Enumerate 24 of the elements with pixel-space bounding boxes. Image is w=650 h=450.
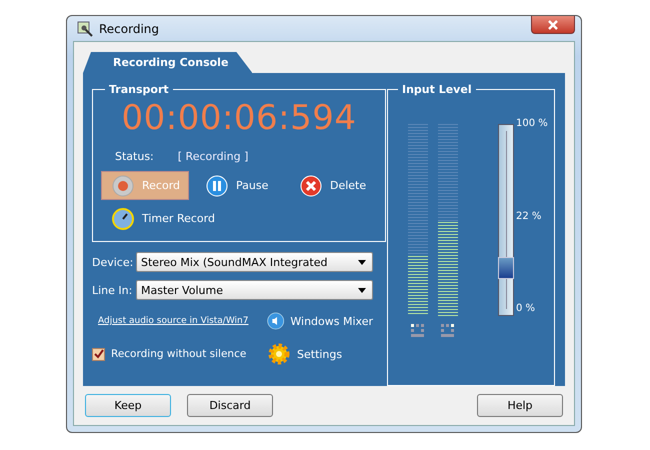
tab[interactable]: Recording Console [83, 52, 252, 73]
status-value: [ Recording ] [178, 150, 248, 163]
timer-button[interactable]: Timer Record [101, 204, 283, 233]
scale-label: 22 % [516, 210, 542, 222]
line-in-dropdown[interactable]: Master Volume [136, 280, 373, 300]
group-title: Input Level [401, 83, 473, 96]
window-title: Recording [99, 22, 160, 36]
dialog-button[interactable]: Help [477, 394, 563, 417]
audio-source-link[interactable]: Adjust audio source in Vista/Win7 [98, 316, 248, 326]
status-label: Status: [115, 150, 154, 163]
device-label: Device: [92, 256, 134, 268]
dialog-button[interactable]: Discard [187, 394, 273, 417]
settings-button[interactable]: Settings [267, 342, 373, 366]
scale-label: 0 % [516, 303, 536, 314]
device-dropdown[interactable]: Stereo Mix (SoundMAX Integrated [136, 252, 373, 272]
delete-button[interactable]: Delete [289, 171, 377, 200]
windows-mixer-button[interactable]: Windows Mixer [267, 308, 373, 334]
dialog-button[interactable]: Keep [85, 394, 171, 417]
timer-display: 00:00:06:594 [120, 98, 358, 138]
line-in-label: Line In: [92, 284, 134, 296]
silence-checkbox[interactable]: Recording without silence [92, 348, 246, 360]
pause-button[interactable]: Pause [195, 171, 283, 200]
scale-label: 100 % [516, 118, 548, 129]
group-title: Transport [108, 83, 170, 96]
